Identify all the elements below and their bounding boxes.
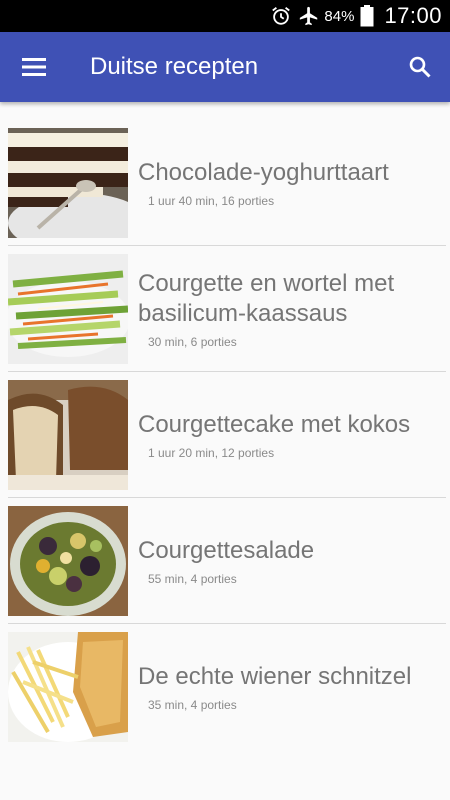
status-bar: 84% 17:00 <box>0 0 450 32</box>
search-icon[interactable] <box>390 32 450 102</box>
list-item[interactable]: Courgettecake met kokos 1 uur 20 min, 12… <box>0 372 450 498</box>
recipe-title: Courgette en wortel met basilicum-kaassa… <box>138 270 395 327</box>
battery-icon <box>360 5 374 27</box>
list-item[interactable]: Courgette en wortel met basilicum-kaassa… <box>0 246 450 372</box>
recipe-title: Chocolade-yoghurttaart <box>138 159 389 186</box>
battery-percent: 84% <box>324 7 355 25</box>
recipe-text: Courgettecake met kokos 1 uur 20 min, 12… <box>138 410 450 460</box>
recipe-text: De echte wiener schnitzel 35 min, 4 port… <box>138 662 450 712</box>
airplane-mode-icon <box>298 5 320 27</box>
recipe-title: De echte wiener schnitzel <box>138 663 412 690</box>
recipe-list: Chocolade-yoghurttaart 1 uur 40 min, 16 … <box>0 120 450 750</box>
recipe-text: Courgette en wortel met basilicum-kaassa… <box>138 269 450 349</box>
list-item[interactable]: Courgettesalade 55 min, 4 porties <box>0 498 450 624</box>
clock: 17:00 <box>384 3 442 28</box>
recipe-text: Chocolade-yoghurttaart 1 uur 40 min, 16 … <box>138 158 450 208</box>
alarm-icon <box>270 5 292 27</box>
recipe-meta: 1 uur 20 min, 12 porties <box>148 446 275 460</box>
list-item[interactable]: Chocolade-yoghurttaart 1 uur 40 min, 16 … <box>0 120 450 246</box>
recipe-meta: 55 min, 4 porties <box>148 572 237 586</box>
recipe-thumbnail <box>8 254 128 364</box>
recipe-thumbnail <box>8 128 128 238</box>
recipe-thumbnail <box>8 632 128 742</box>
app-bar: Duitse recepten <box>0 32 450 102</box>
recipe-meta: 30 min, 6 porties <box>148 335 237 349</box>
page-title: Duitse recepten <box>90 53 259 80</box>
recipe-meta: 1 uur 40 min, 16 porties <box>148 194 275 208</box>
recipe-meta: 35 min, 4 porties <box>148 698 237 712</box>
hamburger-menu-icon[interactable] <box>0 32 70 102</box>
recipe-thumbnail <box>8 506 128 616</box>
recipe-title: Courgettesalade <box>138 537 315 564</box>
recipe-text: Courgettesalade 55 min, 4 porties <box>138 536 450 586</box>
recipe-thumbnail <box>8 380 128 490</box>
recipe-title: Courgettecake met kokos <box>138 411 411 438</box>
list-item[interactable]: De echte wiener schnitzel 35 min, 4 port… <box>0 624 450 750</box>
